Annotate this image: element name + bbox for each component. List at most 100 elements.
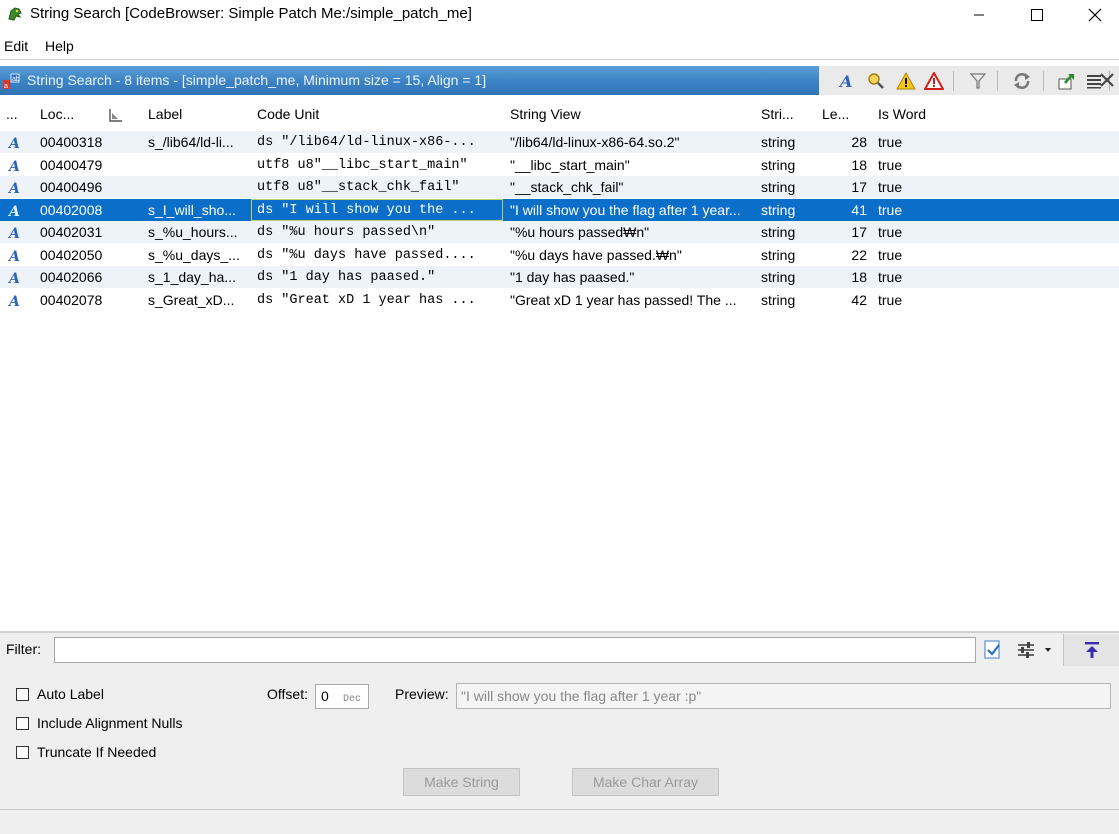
string-search-icon: ab a bbox=[3, 73, 20, 90]
cell-string-type: string bbox=[761, 292, 796, 308]
table-row[interactable]: A 00402066 s_1_day_ha... ds "1 day has paas… bbox=[0, 266, 1119, 288]
offset-value: 0 bbox=[321, 688, 329, 704]
cell-string-type: string bbox=[761, 157, 796, 173]
maximize-button[interactable] bbox=[1008, 0, 1066, 30]
table-row[interactable]: A 00400496 utf8 u8"__stack_chk_fail" "__sta… bbox=[0, 176, 1119, 198]
column-header-string-view[interactable]: String View bbox=[510, 106, 581, 122]
cell-is-word: true bbox=[878, 157, 903, 173]
menu-help[interactable]: Help bbox=[45, 38, 74, 54]
column-header-is-word[interactable]: Is Word bbox=[878, 106, 926, 122]
table-row[interactable]: A 00402008 s_I_will_sho... ds "I will show … bbox=[0, 199, 1119, 221]
warning-icon bbox=[896, 72, 916, 90]
cell-length: 41 bbox=[851, 202, 867, 218]
export-tool-button[interactable] bbox=[1055, 70, 1077, 92]
column-header-code-unit[interactable]: Code Unit bbox=[257, 106, 319, 122]
string-a-icon: A bbox=[7, 181, 20, 194]
svg-text:A: A bbox=[7, 136, 20, 149]
svg-text:A: A bbox=[7, 249, 20, 262]
column-header-label[interactable]: Label bbox=[148, 106, 182, 122]
cell-is-word: true bbox=[878, 247, 903, 263]
cell-location: 00402008 bbox=[40, 202, 103, 218]
cell-label: s_Great_xD... bbox=[148, 292, 235, 308]
truncate-if-needed-checkbox[interactable] bbox=[16, 746, 29, 759]
cell-code-unit: ds "%u hours passed\n" bbox=[257, 225, 436, 240]
close-icon bbox=[1088, 8, 1102, 22]
column-header-icon[interactable]: ... bbox=[6, 106, 18, 122]
cell-is-word: true bbox=[878, 224, 903, 240]
cell-location: 00402066 bbox=[40, 269, 103, 285]
refresh-icon bbox=[1014, 73, 1030, 89]
sliders-icon bbox=[1018, 642, 1051, 658]
filter-input[interactable] bbox=[54, 637, 976, 663]
panel-close-button[interactable] bbox=[1098, 71, 1116, 89]
string-a-icon: A bbox=[838, 72, 852, 90]
close-icon bbox=[1100, 73, 1114, 87]
svg-text:A: A bbox=[7, 204, 20, 217]
cell-string-type: string bbox=[761, 269, 796, 285]
filter-options-button[interactable] bbox=[982, 639, 1004, 661]
preview-value: "I will show you the flag after 1 year :… bbox=[461, 688, 702, 704]
cell-code-unit: ds "/lib64/ld-linux-x86-... bbox=[257, 135, 476, 150]
svg-text:a: a bbox=[4, 83, 8, 90]
string-a-icon: A bbox=[7, 294, 20, 307]
warning-tool-button[interactable] bbox=[895, 70, 917, 92]
string-a-icon: A bbox=[7, 204, 20, 217]
close-button[interactable] bbox=[1066, 0, 1119, 30]
toolbar-separator bbox=[997, 71, 998, 91]
cell-label: s_%u_hours... bbox=[148, 224, 238, 240]
cell-location: 00402078 bbox=[40, 292, 103, 308]
refresh-tool-button[interactable] bbox=[1011, 70, 1033, 92]
cell-location: 00400318 bbox=[40, 134, 103, 150]
cell-length: 22 bbox=[851, 247, 867, 263]
cell-string-view: "%u days have passed.₩n" bbox=[510, 247, 682, 263]
cell-length: 28 bbox=[851, 134, 867, 150]
table-row[interactable]: A 00402050 s_%u_days_... ds "%u days have p… bbox=[0, 244, 1119, 266]
svg-text:A: A bbox=[7, 271, 20, 284]
table-row[interactable]: A 00400479 utf8 u8"__libc_start_main" "__li… bbox=[0, 154, 1119, 176]
cell-location: 00400496 bbox=[40, 179, 103, 195]
cell-length: 17 bbox=[851, 179, 867, 195]
filter-settings-button[interactable] bbox=[1014, 639, 1054, 661]
cell-location: 00402031 bbox=[40, 224, 103, 240]
cell-string-view: "__libc_start_main" bbox=[510, 157, 630, 173]
status-divider bbox=[0, 809, 1119, 810]
export-icon bbox=[1058, 74, 1074, 90]
cell-string-view: "1 day has paased." bbox=[510, 269, 635, 285]
column-header-string-type[interactable]: Stri... bbox=[761, 106, 794, 122]
search-tool-button[interactable] bbox=[865, 70, 887, 92]
offset-input[interactable]: 0 Dec bbox=[315, 684, 369, 709]
cell-is-word: true bbox=[878, 269, 903, 285]
cell-string-view: "__stack_chk_fail" bbox=[510, 179, 624, 195]
string-a-icon: A bbox=[7, 159, 20, 172]
menu-edit[interactable]: Edit bbox=[4, 38, 28, 54]
scroll-to-top-button[interactable] bbox=[1063, 634, 1119, 666]
cell-is-word: true bbox=[878, 292, 903, 308]
table-row[interactable]: A 00402078 s_Great_xD... ds "Great xD 1 yea… bbox=[0, 289, 1119, 311]
column-header-length[interactable]: Le... bbox=[822, 106, 849, 122]
auto-label-checkbox[interactable] bbox=[16, 688, 29, 701]
table-row[interactable]: A 00402031 s_%u_hours... ds "%u hours passe… bbox=[0, 221, 1119, 243]
include-alignment-nulls-checkbox[interactable] bbox=[16, 717, 29, 730]
cell-is-word: true bbox=[878, 202, 903, 218]
minimize-button[interactable] bbox=[950, 0, 1008, 30]
preview-label: Preview: bbox=[395, 686, 449, 702]
table-row[interactable]: A 00400318 s_/lib64/ld-li... ds "/lib64/ld-… bbox=[0, 131, 1119, 153]
column-header-location[interactable]: Loc... bbox=[40, 106, 74, 122]
make-char-array-button[interactable]: Make Char Array bbox=[572, 768, 719, 796]
ghidra-dragon-icon bbox=[8, 7, 22, 21]
cell-label: s_%u_days_... bbox=[148, 247, 240, 263]
make-string-button[interactable]: Make String bbox=[403, 768, 520, 796]
cell-string-view: "I will show you the flag after 1 year..… bbox=[510, 202, 741, 218]
make-string-tool-button[interactable]: A bbox=[835, 70, 857, 92]
toolbar-separator bbox=[953, 71, 954, 91]
table-header: ... Loc... Label Code Unit String View S… bbox=[0, 101, 1119, 127]
cell-string-type: string bbox=[761, 224, 796, 240]
svg-text:A: A bbox=[7, 159, 20, 172]
cell-string-type: string bbox=[761, 134, 796, 150]
error-tool-button[interactable] bbox=[923, 70, 945, 92]
filter-tool-button[interactable] bbox=[967, 70, 989, 92]
panel-title: String Search - 8 items - [simple_patch_… bbox=[27, 72, 487, 88]
cell-string-view: "/lib64/ld-linux-x86-64.so.2" bbox=[510, 134, 680, 150]
svg-text:ab: ab bbox=[12, 76, 20, 83]
cell-length: 17 bbox=[851, 224, 867, 240]
